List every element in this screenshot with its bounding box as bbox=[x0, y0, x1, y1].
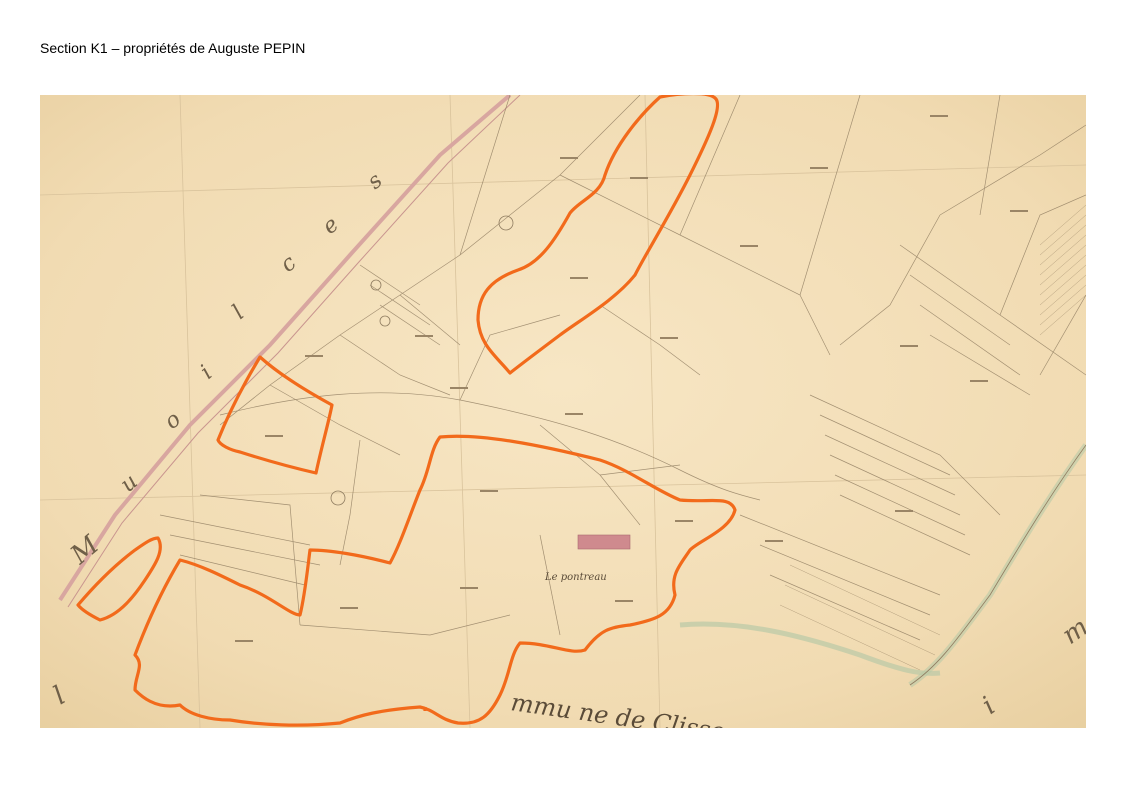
place-label-le-pontreau: Le pontreau bbox=[544, 572, 607, 583]
page-title: Section K1 – propriétés de Auguste PEPIN bbox=[40, 40, 306, 56]
map-svg: s e c l i o u M l m i Le pontreau mmu ne… bbox=[40, 95, 1086, 728]
cadastral-map: s e c l i o u M l m i Le pontreau mmu ne… bbox=[40, 95, 1086, 728]
house-building bbox=[577, 534, 631, 550]
